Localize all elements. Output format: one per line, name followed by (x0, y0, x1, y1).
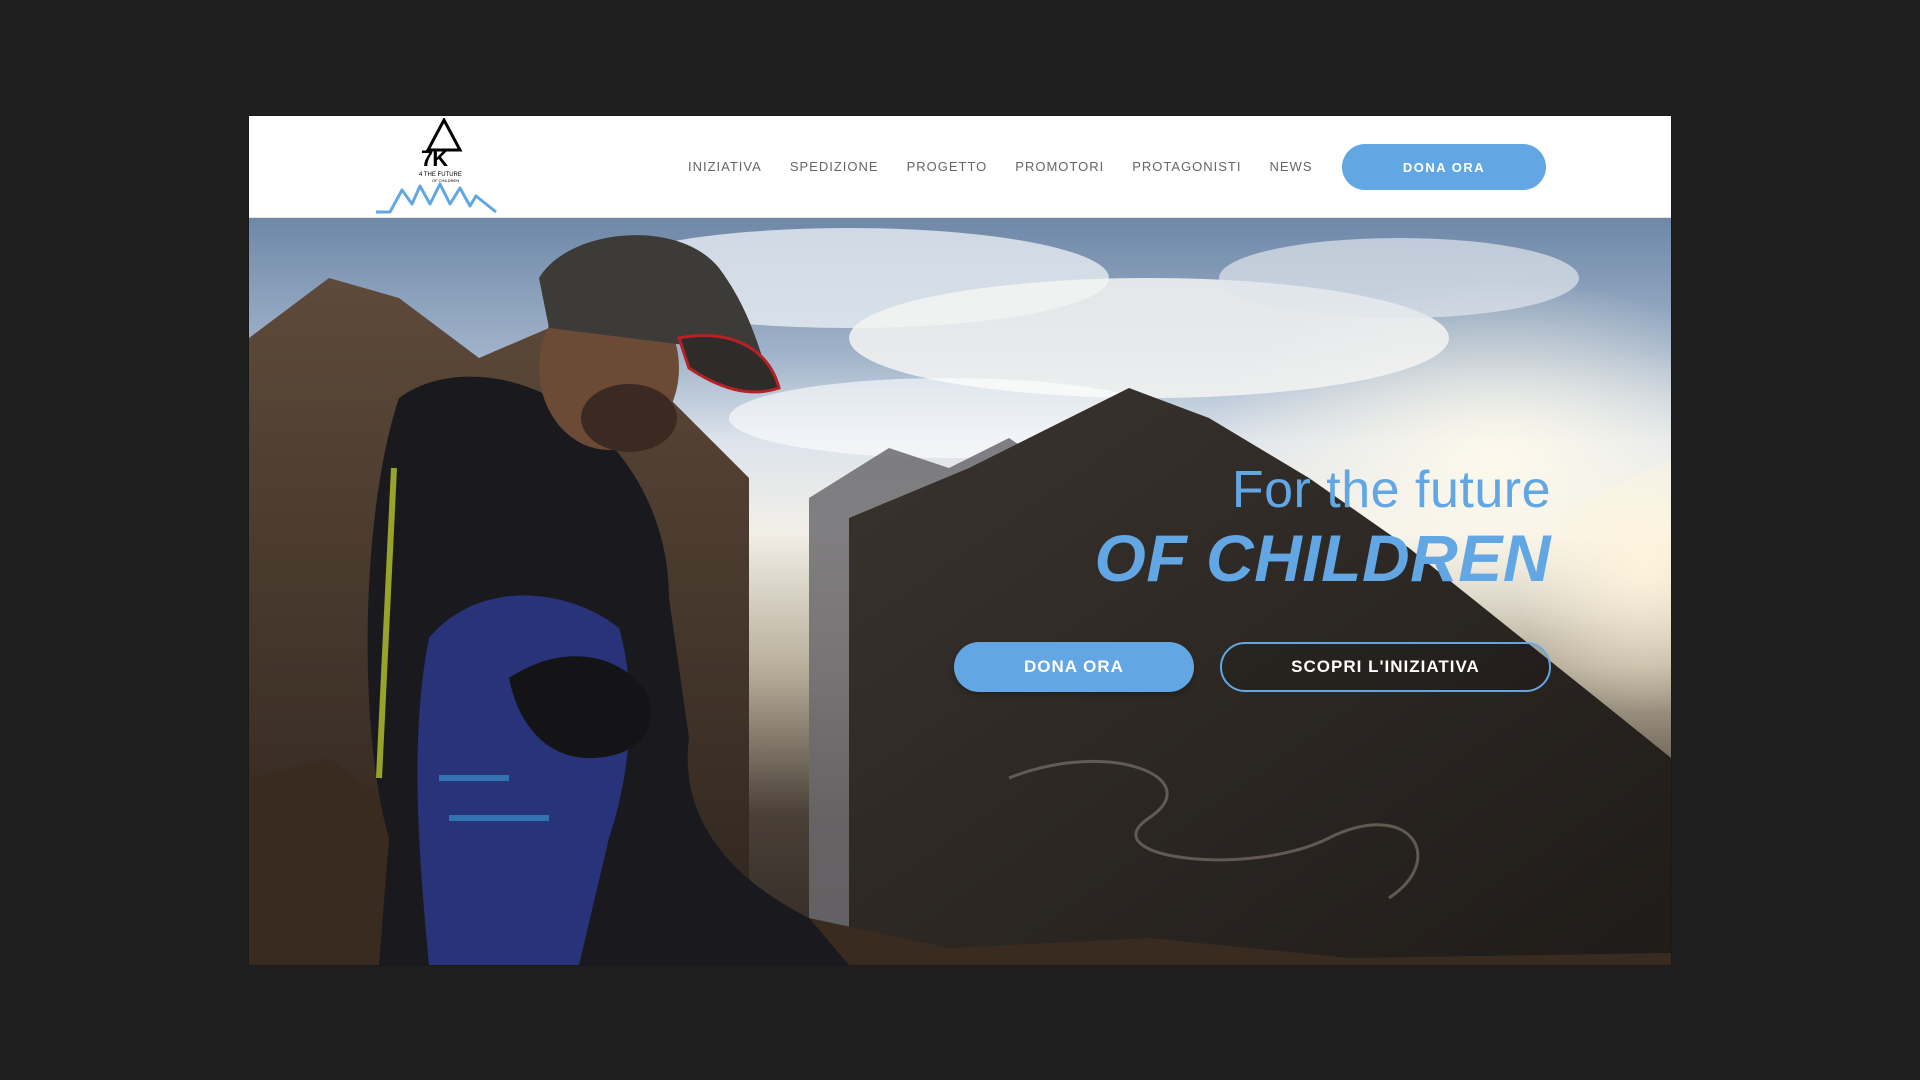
logo-text: 7K (421, 146, 448, 171)
hero-discover-button[interactable]: SCOPRI L'INIZIATIVA (1220, 642, 1551, 692)
hero-title-bold: OF CHILDREN (1094, 521, 1551, 595)
nav-item-progetto[interactable]: PROGETTO (907, 159, 988, 174)
nav-item-spedizione[interactable]: SPEDIZIONE (790, 159, 879, 174)
nav-item-protagonisti[interactable]: PROTAGONISTI (1132, 159, 1241, 174)
nav-item-news[interactable]: NEWS (1269, 159, 1312, 174)
hero-donate-button[interactable]: DONA ORA (954, 642, 1194, 692)
logo-subtext-small: OF CHILDREN (432, 178, 460, 183)
nav-item-promotori[interactable]: PROMOTORI (1015, 159, 1104, 174)
main-nav: INIZIATIVA SPEDIZIONE PROGETTO PROMOTORI… (688, 156, 1340, 176)
site-header: 7K 4 THE FUTURE OF CHILDREN INIZIATIVA S… (249, 116, 1671, 218)
site-logo[interactable]: 7K 4 THE FUTURE OF CHILDREN (376, 118, 500, 214)
browser-viewport: 7K 4 THE FUTURE OF CHILDREN INIZIATIVA S… (249, 116, 1671, 965)
header-donate-button[interactable]: DONA ORA (1342, 144, 1546, 190)
nav-item-iniziativa[interactable]: INIZIATIVA (688, 159, 762, 174)
hero-section: For the future OF CHILDREN DONA ORA SCOP… (249, 218, 1671, 965)
hero-title-light: For the future (1231, 461, 1551, 519)
